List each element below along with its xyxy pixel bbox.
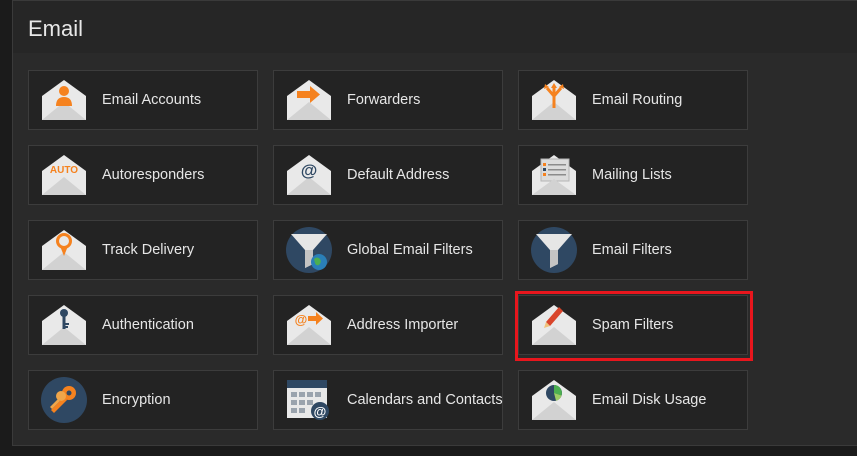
envelope-at-icon: @ [283,149,335,201]
tile-mailing-lists[interactable]: Mailing Lists [518,145,748,205]
envelope-list-icon [528,149,580,201]
email-section-header: Email [13,1,857,53]
tile-label: Autoresponders [102,167,205,183]
tile-email-disk-usage[interactable]: Email Disk Usage [518,370,748,430]
email-tools-grid: Email Accounts Forwarders Email Routing … [28,70,753,430]
envelope-forward-arrow-icon [283,74,335,126]
funnel-globe-icon [283,224,335,276]
tile-spam-filters[interactable]: Spam Filters [515,291,753,361]
tile-email-routing[interactable]: Email Routing [518,70,748,130]
tile-autoresponders[interactable]: AUTO Autoresponders [28,145,258,205]
envelope-location-pin-icon [38,224,90,276]
svg-text:@: @ [314,404,327,419]
tile-label: Global Email Filters [347,242,473,258]
tile-forwarders[interactable]: Forwarders [273,70,503,130]
tile-encryption[interactable]: Encryption [28,370,258,430]
tile-label: Email Accounts [102,92,202,108]
svg-text:@: @ [295,312,308,327]
tile-label: Calendars and Contacts [347,392,503,408]
tile-label: Track Delivery [102,242,195,258]
tile-calendars-and-contacts[interactable]: @ Calendars and Contacts [273,370,503,430]
tile-label: Encryption [102,392,171,408]
tile-label: Email Filters [592,242,672,258]
funnel-icon [528,224,580,276]
tile-label: Email Routing [592,92,683,108]
tile-label: Mailing Lists [592,167,672,183]
email-section-panel: Email Email Accounts Forwarders Email Ro… [12,0,857,446]
tile-label: Forwarders [347,92,421,108]
tile-authentication[interactable]: Authentication [28,295,258,355]
section-title: Email [28,16,84,41]
envelope-user-icon [38,74,90,126]
tile-global-email-filters[interactable]: Global Email Filters [273,220,503,280]
envelope-pencil-icon [528,299,580,351]
calendar-at-icon: @ [283,374,335,426]
envelope-routing-icon [528,74,580,126]
tile-email-filters[interactable]: Email Filters [518,220,748,280]
tile-label: Address Importer [347,317,459,333]
keys-icon [38,374,90,426]
tile-label: Authentication [102,317,194,333]
tile-track-delivery[interactable]: Track Delivery [28,220,258,280]
envelope-auto-icon: AUTO [38,149,90,201]
tile-label: Spam Filters [592,317,674,333]
tile-label: Email Disk Usage [592,392,707,408]
tile-email-accounts[interactable]: Email Accounts [28,70,258,130]
envelope-at-import-icon: @ [283,299,335,351]
tile-label: Default Address [347,167,450,183]
envelope-pie-chart-icon [528,374,580,426]
svg-text:AUTO: AUTO [50,165,78,176]
svg-text:@: @ [301,161,318,180]
envelope-key-icon [38,299,90,351]
tile-default-address[interactable]: @ Default Address [273,145,503,205]
tile-address-importer[interactable]: @ Address Importer [273,295,503,355]
